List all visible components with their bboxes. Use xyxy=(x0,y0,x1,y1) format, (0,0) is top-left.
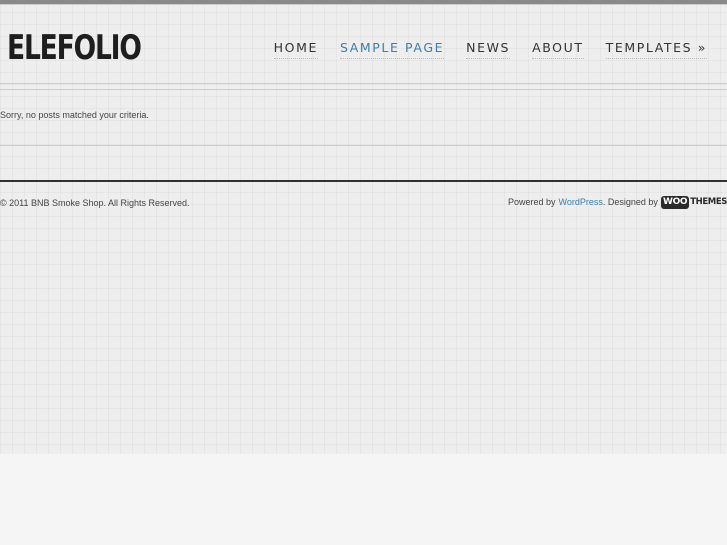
woo-logo-wordmark: THEMES xyxy=(690,197,727,207)
nav-item-home[interactable]: HOME xyxy=(273,40,318,59)
footer-divider xyxy=(0,180,727,182)
nav-item-sample-page[interactable]: SAMPLE PAGE xyxy=(339,40,445,59)
woothemes-logo[interactable]: WOO THEMES xyxy=(660,195,727,209)
top-bar-highlight xyxy=(0,4,727,5)
footer-copyright: © 2011 BNB Smoke Shop. All Rights Reserv… xyxy=(0,198,190,208)
header-divider-bottom xyxy=(0,89,727,90)
powered-by-text: Powered by xyxy=(508,197,556,207)
woo-logo-mark: WOO xyxy=(660,195,690,209)
content-divider xyxy=(0,145,727,146)
nav-item-about[interactable]: ABOUT xyxy=(532,40,584,59)
wordpress-link[interactable]: WordPress xyxy=(559,197,603,207)
main-navigation: HOME SAMPLE PAGE NEWS ABOUT TEMPLATES » xyxy=(252,40,707,59)
page: ELEFOLIO HOME SAMPLE PAGE NEWS ABOUT TEM… xyxy=(0,0,727,545)
nav-item-news[interactable]: NEWS xyxy=(466,40,511,59)
header-divider-top xyxy=(0,83,727,84)
footer-credits: Powered by WordPress . Designed by WOO T… xyxy=(508,195,727,209)
no-posts-message: Sorry, no posts matched your criteria. xyxy=(0,110,149,120)
site-logo[interactable]: ELEFOLIO xyxy=(7,26,142,70)
designed-by-text: . Designed by xyxy=(602,197,658,207)
nav-item-templates[interactable]: TEMPLATES » xyxy=(605,40,707,59)
